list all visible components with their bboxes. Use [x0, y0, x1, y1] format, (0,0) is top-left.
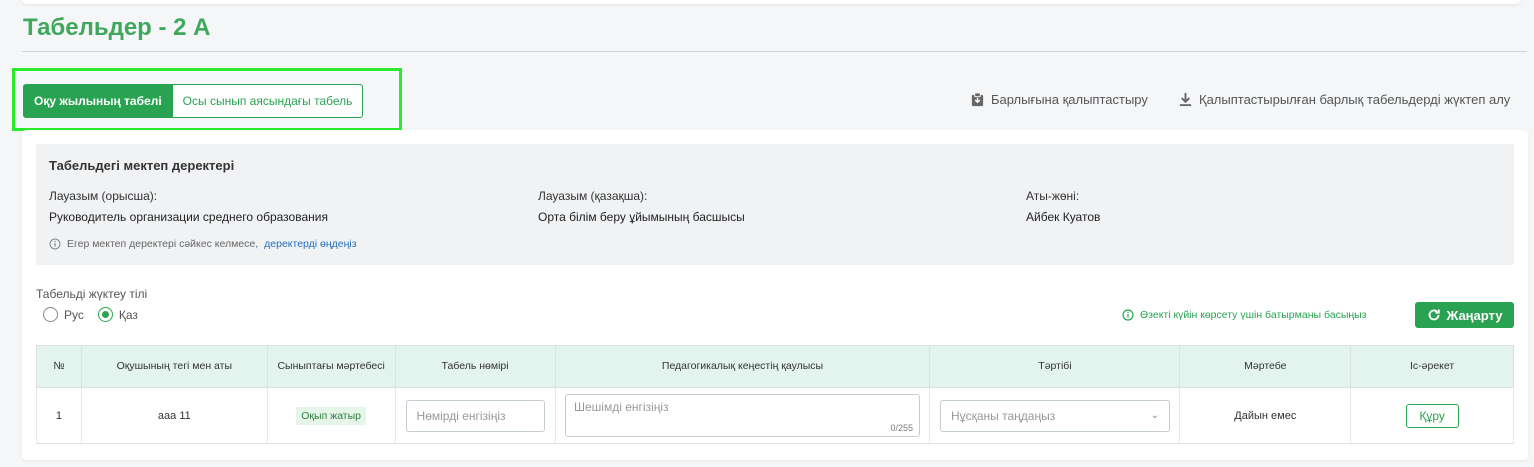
conduct-placeholder: Нұсқаны таңдаңыз	[950, 408, 1056, 423]
students-table: № Оқушының тегі мен аты Сыныптағы мәртеб…	[36, 345, 1514, 444]
header-status: Мәртебе	[1179, 345, 1352, 388]
director-heading: Табельдегі мектеп деректері	[49, 158, 235, 173]
cell-student: ааа 11	[80, 387, 268, 444]
refresh-hint: Өзекті күйін көрсету үшін батырманы басы…	[1122, 309, 1367, 321]
cell-conduct: Нұсқаны таңдаңыз ⌄	[929, 387, 1181, 444]
position-kz-value: Орта білім беру ұйымының басшысы	[538, 210, 745, 224]
position-ru-label: Лауазым (орысша):	[49, 189, 158, 203]
refresh-icon	[1428, 309, 1440, 321]
conduct-select[interactable]: Нұсқаны таңдаңыз ⌄	[939, 399, 1170, 432]
cell-class-status: Оқып жатыр	[266, 387, 396, 444]
cell-num: 1	[36, 387, 82, 444]
header-class-status: Сыныптағы мәртебесі	[266, 345, 396, 388]
header-council-decision: Педагогикалық кеңестің қаулысы	[554, 345, 931, 388]
header-tabel-number: Табель нөмірі	[394, 345, 556, 388]
radio-kaz[interactable]: Қаз	[97, 307, 138, 322]
radio-rus[interactable]: Рус	[43, 307, 84, 322]
radio-rus-label: Рус	[64, 307, 84, 322]
tab-class-scope[interactable]: Осы сынып аясындағы табель	[172, 84, 364, 118]
top-panel-edge	[22, 0, 1521, 4]
download-all-label: Қалыптастырылған барлық табельдерді жүкт…	[1199, 92, 1511, 107]
radio-kaz-circle[interactable]	[97, 307, 113, 322]
restore-all-label: Барлығына қалыптастыру	[991, 92, 1148, 107]
title-divider	[22, 51, 1527, 52]
radio-rus-circle[interactable]	[43, 307, 58, 322]
name-value: Айбек Куатов	[1026, 210, 1101, 224]
tabel-number-input[interactable]: Нөмірді енгізіңіз	[405, 399, 545, 432]
restore-all-button[interactable]: Барлығына қалыптастыру	[970, 92, 1148, 107]
header-action: Іс-әрекет	[1350, 345, 1514, 388]
download-all-button[interactable]: Қалыптастырылған барлық табельдерді жүкт…	[1178, 92, 1510, 107]
refresh-button[interactable]: Жаңарту	[1415, 302, 1514, 328]
name-label: Аты-жөні:	[1026, 189, 1080, 203]
cell-status: Дайын емес	[1179, 387, 1352, 444]
refresh-hint-text: Өзекті күйін көрсету үшін батырманы басы…	[1140, 309, 1367, 321]
create-button[interactable]: Құру	[1405, 403, 1459, 428]
page-title: Табельдер - 2 А	[23, 14, 211, 41]
decision-char-counter: 0/255	[890, 423, 913, 433]
tab-academic-year[interactable]: Оқу жылының табелі	[23, 84, 173, 118]
download-icon	[1179, 92, 1192, 107]
table-row: 1 ааа 11 Оқып жатыр Нөмірді енгізіңіз Ше…	[36, 387, 1514, 444]
info-icon	[49, 238, 61, 250]
tab-group: Оқу жылының табелі Осы сынып аясындағы т…	[23, 84, 364, 118]
position-ru-value: Руководитель организации среднего образо…	[49, 210, 328, 224]
cell-tabel-number: Нөмірді енгізіңіз	[394, 387, 556, 444]
director-panel: Табельдегі мектеп деректері Лауазым (оры…	[36, 144, 1514, 265]
decision-placeholder: Шешімді енгізіңіз	[574, 400, 669, 414]
clipboard-icon	[971, 92, 984, 107]
header-student: Оқушының тегі мен аты	[80, 345, 268, 388]
refresh-button-label: Жаңарту	[1446, 307, 1503, 323]
edit-data-link[interactable]: деректерді өңдеңіз	[264, 238, 356, 250]
chevron-down-icon: ⌄	[1150, 409, 1159, 421]
language-label: Табельді жүктеу тілі	[36, 287, 148, 301]
radio-kaz-label: Қаз	[118, 307, 138, 322]
position-kz-label: Лауазым (қазақша):	[538, 189, 648, 203]
council-decision-textarea[interactable]: Шешімді енгізіңіз 0/255	[565, 394, 920, 437]
cell-council-decision: Шешімді енгізіңіз 0/255	[554, 387, 931, 444]
class-status-badge: Оқып жатыр	[296, 406, 367, 425]
header-conduct: Тәртібі	[929, 345, 1181, 388]
info-icon	[1122, 309, 1134, 321]
language-options: Рус Қаз	[43, 307, 138, 322]
director-note: Егер мектеп деректері сәйкес келмесе, де…	[49, 238, 357, 250]
header-num: №	[36, 345, 82, 388]
note-text: Егер мектеп деректері сәйкес келмесе,	[67, 238, 259, 250]
table-header-row: № Оқушының тегі мен аты Сыныптағы мәртеб…	[36, 345, 1514, 388]
cell-action: Құру	[1350, 387, 1514, 444]
